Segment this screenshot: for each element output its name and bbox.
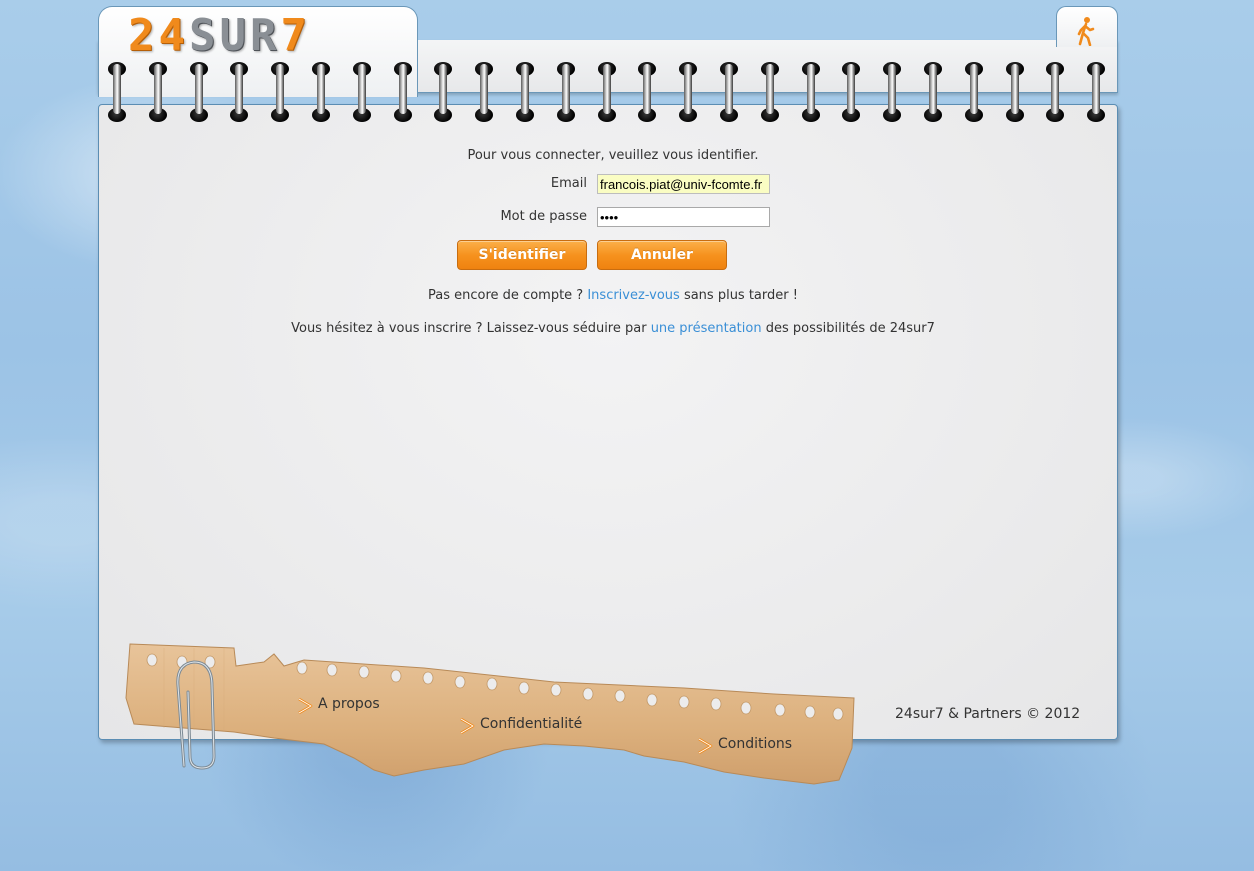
presentation-link[interactable]: une présentation xyxy=(651,321,762,336)
password-label: Mot de passe xyxy=(500,209,587,224)
paperclip-icon xyxy=(176,660,216,770)
login-button[interactable]: S'identifier xyxy=(457,240,587,270)
spiral-ring xyxy=(311,60,331,124)
spiral-ring xyxy=(229,60,249,124)
signup-text-after: sans plus tarder ! xyxy=(679,288,798,303)
login-prompt: Pour vous connecter, veuillez vous ident… xyxy=(467,148,759,163)
spiral-ring xyxy=(433,60,453,124)
spiral-ring xyxy=(393,60,413,124)
spiral-ring xyxy=(923,60,943,124)
spiral-ring xyxy=(719,60,739,124)
spiral-ring xyxy=(964,60,984,124)
spiral-ring xyxy=(637,60,657,124)
email-field[interactable] xyxy=(597,174,770,194)
spiral-ring xyxy=(352,60,372,124)
signup-text-before: Pas encore de compte ? xyxy=(428,288,588,303)
logo-text: SUR xyxy=(188,10,281,61)
logo-number: 24 xyxy=(128,10,189,61)
spiral-ring xyxy=(148,60,168,124)
spiral-binding xyxy=(98,60,1116,126)
spiral-ring xyxy=(1045,60,1065,124)
footer-link-privacy[interactable]: Confidentialité xyxy=(480,716,582,732)
spiral-ring xyxy=(678,60,698,124)
torn-paper xyxy=(125,643,855,785)
footer-link-terms[interactable]: Conditions xyxy=(718,736,792,752)
spiral-ring xyxy=(556,60,576,124)
footer-link-about[interactable]: A propos xyxy=(318,696,380,712)
spiral-ring xyxy=(189,60,209,124)
email-label: Email xyxy=(550,176,587,191)
presentation-line: Vous hésitez à vous inscrire ? Laissez-v… xyxy=(0,321,1226,336)
spiral-ring xyxy=(882,60,902,124)
logo-seven: 7 xyxy=(280,10,311,61)
password-field[interactable] xyxy=(597,207,770,227)
spiral-ring xyxy=(270,60,290,124)
spiral-ring xyxy=(474,60,494,124)
walking-person-icon[interactable] xyxy=(1074,16,1096,46)
spiral-ring xyxy=(597,60,617,124)
logo[interactable]: 24SUR7 xyxy=(128,12,311,60)
spiral-ring xyxy=(801,60,821,124)
spiral-ring xyxy=(107,60,127,124)
chevron-right-icon xyxy=(698,737,713,755)
spiral-ring xyxy=(841,60,861,124)
signup-line: Pas encore de compte ? Inscrivez-vous sa… xyxy=(0,288,1226,303)
presentation-text-after: des possibilités de 24sur7 xyxy=(761,321,935,336)
chevron-right-icon xyxy=(460,717,475,735)
spiral-ring xyxy=(1086,60,1106,124)
chevron-right-icon xyxy=(298,697,313,715)
cancel-button[interactable]: Annuler xyxy=(597,240,727,270)
signup-link[interactable]: Inscrivez-vous xyxy=(587,288,679,303)
spiral-ring xyxy=(760,60,780,124)
presentation-text-before: Vous hésitez à vous inscrire ? Laissez-v… xyxy=(291,321,651,336)
spiral-ring xyxy=(1005,60,1025,124)
spiral-ring xyxy=(515,60,535,124)
copyright-text: 24sur7 & Partners © 2012 xyxy=(895,706,1081,722)
